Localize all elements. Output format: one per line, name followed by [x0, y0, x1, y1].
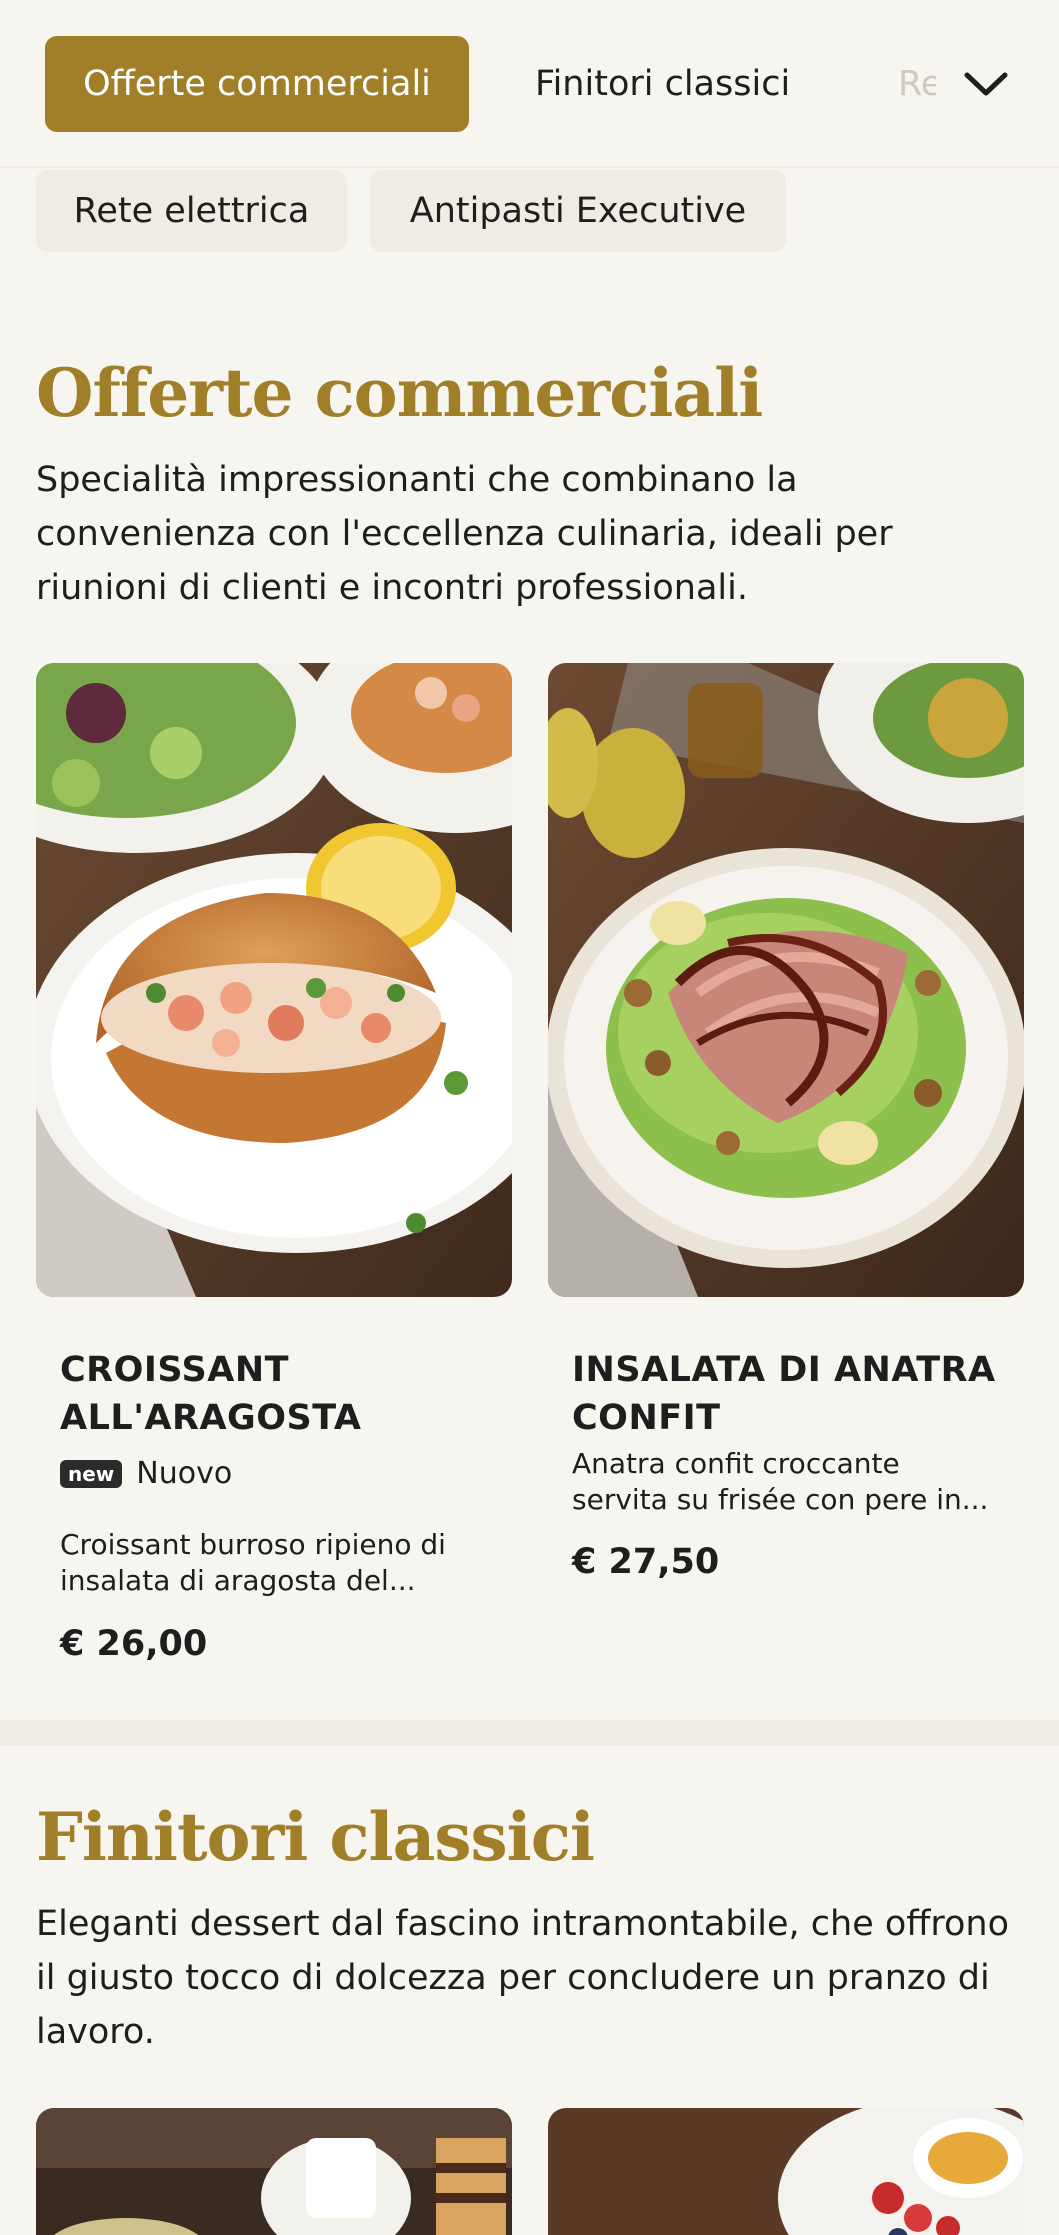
card-title[interactable]: CROISSANT ALL'ARAGOSTA	[60, 1346, 490, 1442]
card-description: Anatra confit croccante servita su frisé…	[572, 1447, 989, 1516]
tab-offerte-commerciali[interactable]: Offerte commerciali	[45, 36, 469, 132]
section-description: Specialità impressionanti che combinano …	[36, 460, 893, 608]
tab-antipasti-executive[interactable]: Antipasti Executive	[370, 170, 786, 252]
card-title[interactable]: INSALATA DI ANATRA CONFIT	[572, 1346, 1002, 1442]
section-title: Offerte commerciali	[36, 354, 763, 432]
dessert-cake-image[interactable]	[36, 2108, 512, 2235]
section-description: Eleganti dessert dal fascino intramontab…	[36, 1904, 1010, 2052]
card-price: € 26,00	[60, 1624, 208, 1664]
new-badge: new	[60, 1459, 123, 1488]
badge-label: Nuovo	[136, 1456, 233, 1491]
lobster-croissant-image[interactable]	[36, 663, 512, 1297]
chevron-down-icon[interactable]	[958, 56, 1014, 112]
tab-finitori-classici[interactable]: Finitori classici	[535, 36, 790, 132]
section-title: Finitori classici	[36, 1798, 595, 1876]
section-divider	[0, 1720, 1059, 1746]
new-badge-row: new Nuovo	[60, 1456, 232, 1491]
category-nav: Offerte commerciali Finitori classici Re…	[0, 0, 1059, 168]
dessert-berries-image[interactable]	[548, 2108, 1024, 2235]
tab-rete-elettrica-truncated[interactable]: Rete elettrica	[898, 36, 936, 132]
card-description: Croissant burroso ripieno di insalata di…	[60, 1528, 446, 1597]
duck-confit-salad-image[interactable]	[548, 663, 1024, 1297]
tab-rete-elettrica[interactable]: Rete elettrica	[36, 170, 347, 252]
card-price: € 27,50	[572, 1542, 720, 1582]
